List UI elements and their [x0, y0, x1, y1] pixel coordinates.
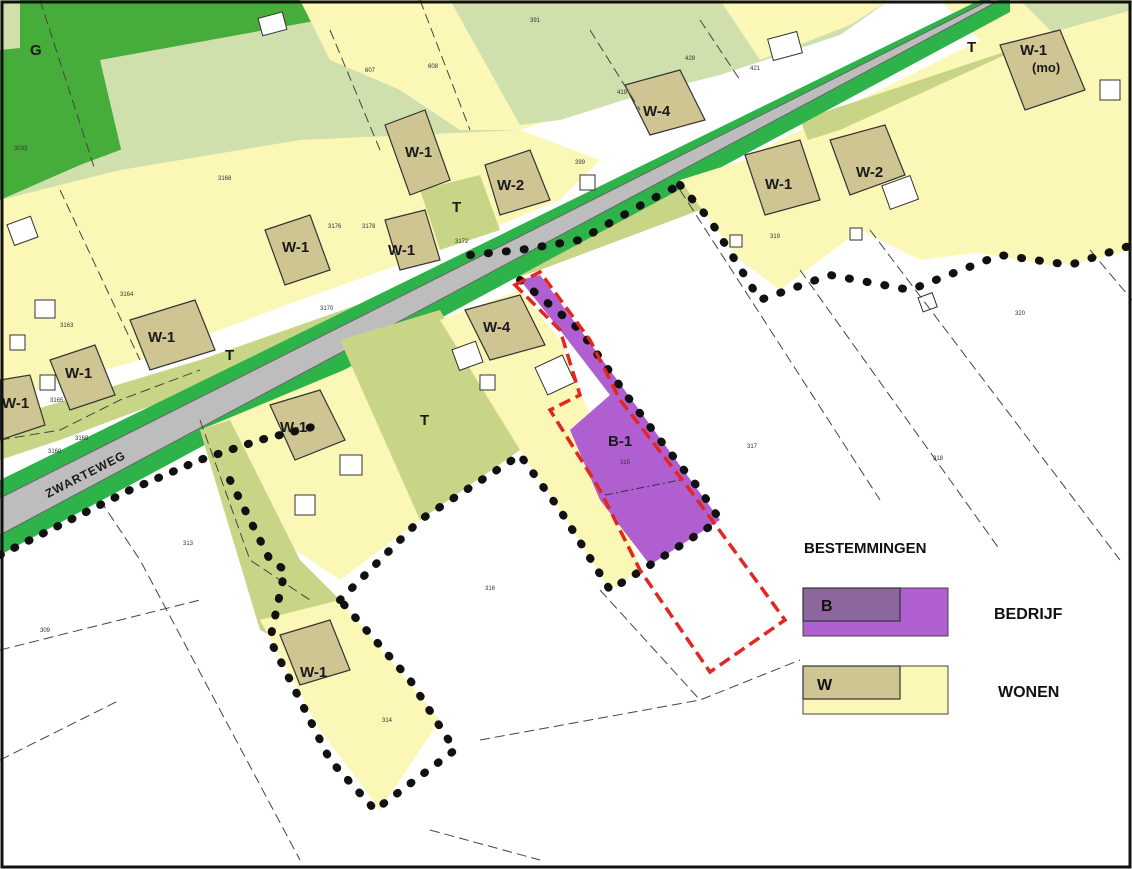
parcel-number: 428 [685, 56, 696, 62]
label-w1-left-c: W-1 [2, 395, 29, 412]
parcel-number: 3033 [14, 146, 28, 152]
parcel-number: 316 [485, 586, 496, 592]
parcel-number: 3178 [362, 224, 376, 230]
label-w1-left-a: W-1 [148, 329, 175, 346]
label-w2-east: W-2 [856, 164, 883, 181]
parcel-number: 3164 [120, 292, 134, 298]
label-w1-south2: W-1 [300, 664, 327, 681]
parcel-number: 317 [747, 444, 758, 450]
parcel-number: 315 [620, 460, 631, 466]
parcel-number: 3163 [60, 323, 74, 329]
parcel-number: 607 [365, 68, 376, 74]
label-t-mid: T [452, 199, 461, 216]
label-w1-south: W-1 [280, 419, 307, 436]
parcel-number: 3168 [218, 176, 232, 182]
label-g: G [30, 42, 42, 59]
legend-label-wonen: WONEN [998, 684, 1059, 701]
label-t-south: T [420, 412, 429, 429]
parcel-number: 391 [530, 18, 541, 24]
label-w1-left-b: W-1 [65, 365, 92, 382]
legend-code-w: W [817, 677, 833, 694]
label-w1-east: W-1 [765, 176, 792, 193]
parcel-number: 314 [382, 718, 393, 724]
zoning-map: G T T T T W-1 (mo) W-1 W-1 W-1 W-1 W-1 W… [0, 0, 1132, 869]
label-w2-north: W-2 [497, 177, 524, 194]
legend-title: BESTEMMINGEN [804, 540, 927, 557]
parcel-number: 3165 [50, 398, 64, 404]
parcel-number: 3169 [75, 436, 89, 442]
parcel-number: 320 [1015, 311, 1026, 317]
parcel-number: 3176 [328, 224, 342, 230]
parcel-number: 309 [40, 628, 51, 634]
parcel-number: 419 [617, 90, 628, 96]
label-t-left: T [225, 347, 234, 364]
parcel-number: 421 [750, 66, 761, 72]
label-w1-north-a: W-1 [405, 144, 432, 161]
parcel-number: 399 [575, 160, 586, 166]
label-mo: (mo) [1032, 60, 1060, 75]
label-w4-south: W-4 [483, 319, 511, 336]
parcel-number: 3160 [48, 449, 62, 455]
label-w4-north: W-4 [643, 103, 671, 120]
label-w1-mo: W-1 [1020, 42, 1047, 59]
parcel-number: 608 [428, 64, 439, 70]
legend-code-b: B [821, 598, 833, 615]
label-b1: B-1 [608, 433, 632, 450]
parcel-number: 3172 [455, 239, 469, 245]
parcel-number: 318 [933, 456, 944, 462]
label-w1-north-c: W-1 [388, 242, 415, 259]
parcel-number: 319 [770, 234, 781, 240]
label-t-top: T [967, 39, 976, 56]
label-w1-north-b: W-1 [282, 239, 309, 256]
legend-swatch-bedrijf-building [802, 587, 901, 622]
legend-label-bedrijf: BEDRIJF [994, 606, 1063, 623]
parcel-number: 3170 [320, 306, 334, 312]
parcel-number: 313 [183, 541, 194, 547]
